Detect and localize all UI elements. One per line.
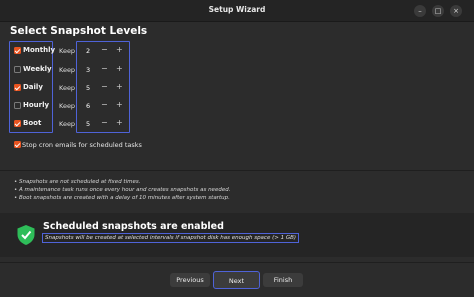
daily-label: Daily [23,83,43,91]
hourly-keep-value[interactable]: 6 [86,102,90,110]
boot-increment-button[interactable]: + [116,119,123,127]
window-title: Setup Wizard [208,5,266,14]
daily-keep-value[interactable]: 5 [86,84,90,92]
hourly-checkbox[interactable] [14,102,21,109]
weekly-label: Weekly [23,65,52,73]
monthly-keep-value[interactable]: 2 [86,47,90,55]
next-button[interactable]: Next [213,271,260,289]
daily-decrement-button[interactable]: − [101,83,108,91]
status-title: Scheduled snapshots are enabled [43,221,224,232]
divider [0,170,474,171]
title-bar: Setup Wizard – □ × [0,0,474,22]
weekly-decrement-button[interactable]: − [101,65,108,73]
daily-increment-button[interactable]: + [116,83,123,91]
page-title: Select Snapshot Levels [10,25,148,37]
boot-keep-value[interactable]: 5 [86,120,90,128]
weekly-keep-value[interactable]: 3 [86,66,90,74]
boot-label: Boot [23,119,42,127]
status-subtitle: Snapshots will be created at selected in… [42,233,300,243]
maximize-button[interactable]: □ [432,5,444,17]
note-item: • Snapshots are not scheduled at fixed t… [14,179,141,185]
note-item: • Boot snapshots are created with a dela… [14,195,230,201]
boot-checkbox[interactable] [14,120,21,127]
daily-keep-label: Keep [59,84,76,92]
hourly-decrement-button[interactable]: − [101,101,108,109]
note-item: • A maintenance task runs once every hou… [14,187,231,193]
weekly-checkbox[interactable] [14,66,21,73]
hourly-label: Hourly [23,101,50,109]
previous-button[interactable]: Previous [170,273,210,287]
divider [0,262,474,263]
close-button[interactable]: × [450,5,462,17]
monthly-keep-label: Keep [59,47,76,55]
stop-cron-emails-label: Stop cron emails for scheduled tasks [22,141,142,149]
monthly-checkbox[interactable] [14,47,21,54]
hourly-increment-button[interactable]: + [116,101,123,109]
stop-cron-emails-checkbox[interactable] [14,141,21,148]
notes-list: • Snapshots are not scheduled at fixed t… [14,178,230,202]
weekly-keep-label: Keep [59,66,76,74]
monthly-label: Monthly [23,46,56,54]
weekly-increment-button[interactable]: + [116,65,123,73]
monthly-decrement-button[interactable]: − [101,46,108,54]
finish-button[interactable]: Finish [263,273,303,287]
shield-check-icon [17,225,35,245]
monthly-increment-button[interactable]: + [116,46,123,54]
daily-checkbox[interactable] [14,84,21,91]
boot-keep-label: Keep [59,120,76,128]
boot-decrement-button[interactable]: − [101,119,108,127]
hourly-keep-label: Keep [59,102,76,110]
minimize-button[interactable]: – [414,5,426,17]
